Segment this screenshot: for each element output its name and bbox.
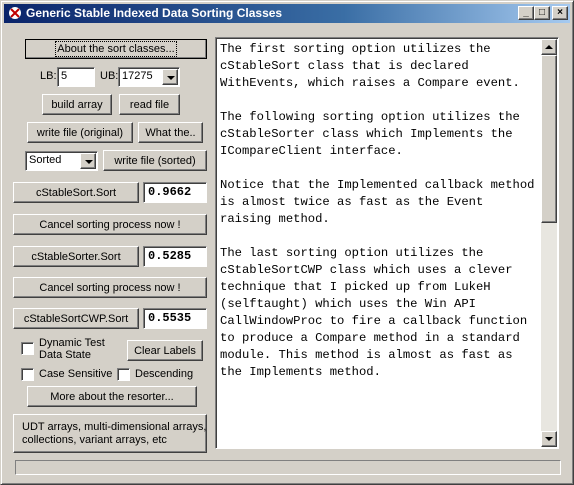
sort-state-combo[interactable]: Sorted xyxy=(25,151,98,171)
udt-arrays-button[interactable]: UDT arrays, multi-dimensional arrays, co… xyxy=(13,414,207,453)
chevron-down-icon[interactable] xyxy=(162,69,178,85)
scroll-up-icon[interactable] xyxy=(541,39,557,55)
lb-label: LB: xyxy=(40,70,57,82)
about-sort-classes-button[interactable]: About the sort classes... xyxy=(25,39,207,59)
progress-bar xyxy=(15,460,561,475)
what-the-button[interactable]: What the.. xyxy=(138,122,203,143)
dynamic-test-checkbox[interactable] xyxy=(21,342,34,355)
build-array-button[interactable]: build array xyxy=(42,94,112,115)
info-text: The first sorting option utilizes the cS… xyxy=(220,42,535,379)
vertical-scrollbar[interactable] xyxy=(541,39,557,447)
cancel-sorting-button-2[interactable]: Cancel sorting process now ! xyxy=(13,277,207,298)
maximize-icon: □ xyxy=(538,7,546,18)
ub-combo[interactable]: 17275 xyxy=(118,67,180,87)
close-icon: × xyxy=(557,7,563,18)
cstablesorter-sort-button[interactable]: cStableSorter.Sort xyxy=(13,246,139,267)
case-sensitive-checkbox[interactable] xyxy=(21,368,34,381)
cstablesortcwp-time-field[interactable]: 0.5535 xyxy=(143,308,207,329)
maximize-button[interactable]: □ xyxy=(534,6,550,20)
main-window: Generic Stable Indexed Data Sorting Clas… xyxy=(0,0,574,485)
read-file-button[interactable]: read file xyxy=(119,94,180,115)
cancel-sorting-button-1[interactable]: Cancel sorting process now ! xyxy=(13,214,207,235)
minimize-button[interactable]: _ xyxy=(518,6,534,20)
chevron-down-icon[interactable] xyxy=(80,153,96,169)
window-title: Generic Stable Indexed Data Sorting Clas… xyxy=(26,6,283,20)
descending-checkbox[interactable] xyxy=(117,368,130,381)
write-file-original-button[interactable]: write file (original) xyxy=(27,122,133,143)
app-icon xyxy=(9,7,21,19)
cstablesort-sort-button[interactable]: cStableSort.Sort xyxy=(13,182,139,203)
sort-state-value: Sorted xyxy=(29,154,62,166)
ub-value: 17275 xyxy=(122,70,153,82)
cstablesorter-time-field[interactable]: 0.5285 xyxy=(143,246,207,267)
title-bar[interactable]: Generic Stable Indexed Data Sorting Clas… xyxy=(4,4,570,23)
lb-input[interactable]: 5 xyxy=(57,67,95,87)
info-textarea[interactable]: The first sorting option utilizes the cS… xyxy=(215,37,559,449)
close-button[interactable]: × xyxy=(552,6,568,20)
dynamic-test-label: Dynamic Test Data State xyxy=(39,337,105,361)
cstablesort-time-field[interactable]: 0.9662 xyxy=(143,182,207,203)
cstablesortcwp-sort-button[interactable]: cStableSortCWP.Sort xyxy=(13,308,139,329)
minimize-icon: _ xyxy=(523,7,529,18)
more-about-resorter-button[interactable]: More about the resorter... xyxy=(27,386,197,407)
scroll-thumb[interactable] xyxy=(541,55,557,223)
write-file-sorted-button[interactable]: write file (sorted) xyxy=(103,150,207,171)
scroll-down-icon[interactable] xyxy=(541,431,557,447)
descending-label: Descending xyxy=(135,368,194,380)
ub-label: UB: xyxy=(100,70,119,82)
clear-labels-button[interactable]: Clear Labels xyxy=(127,340,203,361)
case-sensitive-label: Case Sensitive xyxy=(39,368,113,380)
